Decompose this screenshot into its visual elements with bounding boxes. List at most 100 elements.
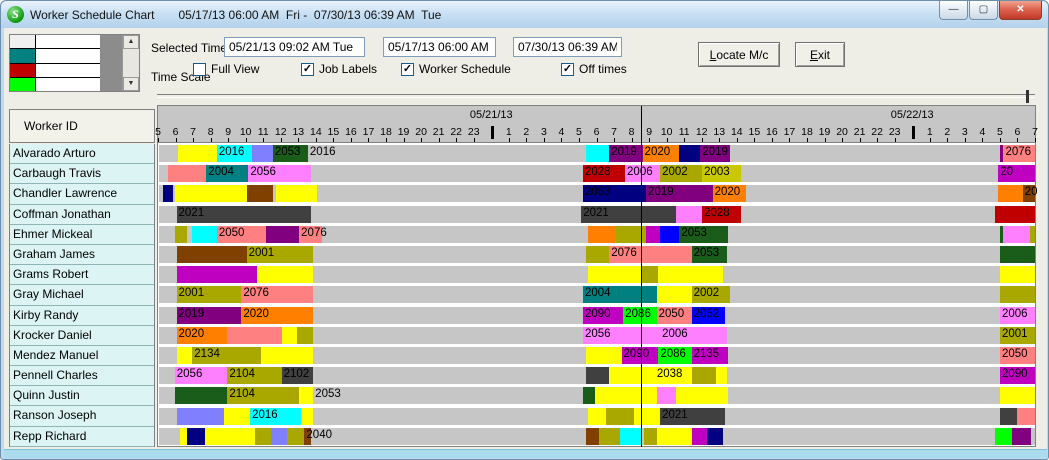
job-segment[interactable]: 2050: [1000, 347, 1035, 364]
job-segment[interactable]: [998, 185, 1023, 202]
job-segment[interactable]: [271, 428, 287, 445]
job-segment[interactable]: 2004: [206, 165, 248, 182]
job-segment[interactable]: 2086: [658, 347, 691, 364]
job-segment[interactable]: 2134: [192, 347, 260, 364]
job-segment[interactable]: [187, 428, 205, 445]
job-segment[interactable]: 2028: [583, 165, 625, 182]
job-segment[interactable]: [177, 347, 193, 364]
job-segment[interactable]: 2076: [241, 286, 313, 303]
job-segment[interactable]: 2019: [609, 145, 642, 162]
job-segment[interactable]: 2040: [304, 428, 311, 445]
maximize-button[interactable]: ▢: [969, 1, 998, 20]
job-segment[interactable]: 2016: [250, 408, 301, 425]
job-segment[interactable]: [177, 246, 247, 263]
job-segment[interactable]: 2001: [247, 246, 314, 263]
job-segment[interactable]: [646, 226, 660, 243]
legend-cell[interactable]: [36, 35, 100, 48]
checkbox-full-view[interactable]: Full View: [193, 62, 259, 76]
job-segment[interactable]: [657, 387, 676, 404]
job-segment[interactable]: 2016: [217, 145, 252, 162]
job-segment[interactable]: [163, 185, 174, 202]
worker-row[interactable]: Grams Robert: [10, 265, 154, 285]
job-segment[interactable]: [586, 246, 609, 263]
legend-row[interactable]: [10, 35, 100, 49]
job-segment[interactable]: 2090: [1000, 367, 1035, 384]
job-segment[interactable]: [634, 408, 660, 425]
job-segment[interactable]: 2056: [175, 367, 228, 384]
job-segment[interactable]: 2006: [625, 165, 660, 182]
job-segment[interactable]: [180, 428, 187, 445]
job-segment[interactable]: 2104: [227, 367, 281, 384]
checkmark-icon[interactable]: ✓: [401, 63, 414, 76]
job-segment[interactable]: 2076: [299, 226, 322, 243]
job-segment[interactable]: [676, 387, 729, 404]
job-segment[interactable]: [1000, 246, 1035, 263]
job-segment[interactable]: 2004: [583, 286, 657, 303]
job-segment[interactable]: [586, 145, 609, 162]
job-segment[interactable]: [1012, 428, 1031, 445]
legend-cell[interactable]: [36, 49, 100, 62]
job-segment[interactable]: [247, 185, 273, 202]
job-segment[interactable]: [1000, 387, 1035, 404]
scroll-up-icon[interactable]: ▲: [123, 35, 139, 49]
worker-row[interactable]: Ranson Joseph: [10, 406, 154, 426]
worker-row[interactable]: Krocker Daniel: [10, 326, 154, 346]
job-segment[interactable]: 2076: [1003, 145, 1035, 162]
job-segment[interactable]: [595, 387, 656, 404]
job-segment[interactable]: [692, 428, 708, 445]
job-segment[interactable]: [252, 145, 273, 162]
worker-row[interactable]: Graham James: [10, 245, 154, 265]
job-segment[interactable]: [261, 347, 314, 364]
job-segment[interactable]: 2020: [643, 145, 680, 162]
job-segment[interactable]: 2006: [1000, 307, 1035, 324]
job-segment[interactable]: [177, 266, 258, 283]
job-segment[interactable]: 2020: [177, 327, 228, 344]
job-segment[interactable]: [177, 408, 224, 425]
minimize-button[interactable]: —: [939, 1, 968, 20]
job-segment[interactable]: [588, 226, 616, 243]
job-segment[interactable]: [257, 266, 313, 283]
job-segment[interactable]: [1017, 408, 1035, 425]
job-segment[interactable]: [641, 266, 659, 283]
job-segment[interactable]: [175, 387, 228, 404]
job-segment[interactable]: [658, 266, 723, 283]
legend-color-swatch[interactable]: [10, 49, 36, 62]
job-segment[interactable]: 2090: [622, 347, 659, 364]
job-segment[interactable]: [1000, 286, 1035, 303]
job-segment[interactable]: [175, 185, 247, 202]
worker-row[interactable]: Repp Richard: [10, 427, 154, 447]
job-segment[interactable]: 2053: [679, 226, 728, 243]
job-segment[interactable]: 2006: [660, 327, 727, 344]
job-segment[interactable]: [224, 408, 250, 425]
job-segment[interactable]: 20: [1023, 185, 1035, 202]
legend-color-swatch[interactable]: [10, 35, 36, 48]
job-segment[interactable]: 2053: [273, 145, 308, 162]
job-segment[interactable]: [255, 428, 271, 445]
worker-row[interactable]: Mendez Manuel: [10, 346, 154, 366]
job-segment[interactable]: 2016: [308, 145, 333, 162]
job-segment[interactable]: 2102: [282, 367, 314, 384]
checkmark-icon[interactable]: ✓: [301, 63, 314, 76]
job-segment[interactable]: 2038: [655, 367, 692, 384]
job-segment[interactable]: 2050: [217, 226, 266, 243]
job-segment[interactable]: [297, 327, 313, 344]
job-segment[interactable]: 2053: [313, 387, 339, 404]
job-segment[interactable]: 2135: [692, 347, 729, 364]
job-segment[interactable]: 2028: [702, 206, 741, 223]
job-segment[interactable]: [299, 387, 313, 404]
job-segment[interactable]: [606, 408, 634, 425]
job-segment[interactable]: [644, 428, 656, 445]
legend-color-swatch[interactable]: [10, 78, 36, 91]
job-segment[interactable]: [609, 367, 655, 384]
job-segment[interactable]: 2086: [623, 307, 656, 324]
worker-row[interactable]: Gray Michael: [10, 285, 154, 305]
range-end-input[interactable]: [513, 37, 622, 57]
job-segment[interactable]: [287, 428, 305, 445]
job-segment[interactable]: [676, 206, 702, 223]
job-segment[interactable]: 2001: [177, 286, 242, 303]
titlebar[interactable]: S Worker Schedule Chart 05/17/13 06:00 A…: [1, 1, 1048, 28]
job-segment[interactable]: 2056: [583, 327, 660, 344]
job-segment[interactable]: 20: [998, 165, 1035, 182]
worker-row[interactable]: Ehmer Mickeal: [10, 225, 154, 245]
job-segment[interactable]: [586, 367, 609, 384]
